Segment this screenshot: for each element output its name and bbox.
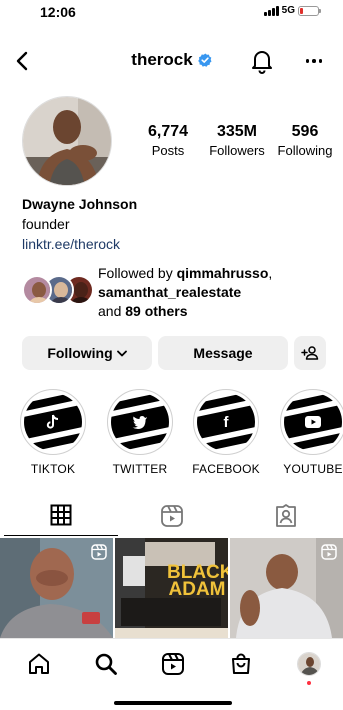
add-person-icon: [301, 346, 319, 360]
bio-link[interactable]: linktr.ee/therock: [22, 236, 322, 252]
stat-posts[interactable]: 6,774 Posts: [136, 123, 200, 158]
nav-shop[interactable]: [228, 651, 254, 677]
nav-search[interactable]: [93, 651, 119, 677]
status-bar: 12:06 5G: [0, 0, 343, 24]
stat-followers[interactable]: 335M Followers: [204, 123, 270, 158]
mutual-followers-others[interactable]: 89 others: [125, 303, 187, 319]
highlight-label: TIKTOK: [30, 462, 76, 476]
profile-username: therock: [131, 50, 193, 69]
full-name: Dwayne Johnson: [22, 196, 138, 212]
notifications-button[interactable]: [250, 48, 274, 74]
tab-posts-grid[interactable]: [4, 500, 118, 536]
signal-icon: [263, 5, 279, 16]
profile-actions: Following Message: [22, 336, 326, 370]
home-icon: [29, 653, 49, 674]
posts-count: 6,774: [147, 123, 189, 140]
username-wrap: therock: [0, 50, 343, 70]
followers-count: 335M: [216, 123, 258, 140]
facebook-icon: f: [223, 413, 229, 431]
mutual-follower-2[interactable]: samanthat_realestate: [98, 284, 241, 300]
nav-profile[interactable]: [296, 651, 322, 677]
grid-post[interactable]: BLACK ADAM: [115, 538, 228, 638]
message-button[interactable]: Message: [158, 336, 288, 370]
notification-dot: [307, 681, 311, 685]
following-button[interactable]: Following: [22, 336, 152, 370]
more-dots-icon: [305, 59, 310, 63]
followed-by-text: Followed by qimmahrusso, samanthat_reale…: [98, 265, 273, 319]
reels-icon: [91, 544, 107, 560]
tab-reels[interactable]: [115, 500, 229, 536]
followed-by[interactable]: Followed by qimmahrusso, samanthat_reale…: [22, 264, 332, 320]
post-overlay-text: BLACK ADAM: [167, 562, 228, 600]
battery-fill: [300, 7, 304, 14]
network-type: 5G: [281, 5, 295, 16]
nav-reels[interactable]: [160, 651, 186, 677]
reels-icon: [161, 505, 183, 527]
chevron-down-icon: [116, 350, 127, 356]
profile-photo: [23, 97, 111, 185]
following-count: 596: [291, 123, 319, 140]
highlight-label: FACEBOOK: [192, 462, 260, 476]
highlight-facebook[interactable]: f FACEBOOK: [191, 389, 261, 476]
mutual-follower-1[interactable]: qimmahrusso: [177, 265, 269, 281]
followed-by-prefix: Followed by: [98, 265, 173, 281]
profile-avatar[interactable]: [22, 96, 112, 186]
more-options-button[interactable]: [302, 50, 326, 72]
highlight-label: YOUTUBE: [283, 462, 343, 476]
tab-tagged[interactable]: [229, 500, 343, 536]
bio-category: founder: [22, 216, 70, 232]
bell-icon: [252, 51, 272, 74]
twitter-icon: [132, 414, 148, 430]
shop-icon: [232, 653, 250, 674]
tiktok-icon: [45, 414, 61, 430]
home-indicator: [114, 701, 232, 705]
bottom-navigation: [0, 638, 343, 690]
follower-avatar: [22, 275, 52, 305]
reels-icon: [321, 544, 337, 560]
following-label: Following: [277, 143, 333, 158]
highlight-youtube[interactable]: YOUTUBE: [278, 389, 343, 476]
following-button-label: Following: [47, 345, 113, 361]
posts-grid: BLACK ADAM: [0, 538, 343, 638]
tagged-icon: [276, 504, 296, 527]
profile-bio: Dwayne Johnson founder linktr.ee/therock: [22, 196, 322, 252]
status-time: 12:06: [40, 4, 76, 20]
posts-label: Posts: [151, 143, 185, 158]
followed-by-and: and: [98, 303, 122, 319]
suggested-users-button[interactable]: [294, 336, 326, 370]
grid-icon: [50, 504, 72, 526]
nav-home[interactable]: [26, 651, 52, 677]
search-icon: [95, 653, 117, 675]
profile-tabs: [0, 500, 343, 536]
reels-icon: [162, 653, 184, 675]
followers-label: Followers: [209, 143, 265, 158]
highlight-label: TWITTER: [112, 462, 168, 476]
grid-post[interactable]: [0, 538, 113, 638]
message-button-label: Message: [193, 345, 253, 361]
highlight-tiktok[interactable]: TIKTOK: [18, 389, 88, 476]
stat-following[interactable]: 596 Following: [273, 123, 337, 158]
story-highlights: TIKTOK TWITTER f FACEBOOK YOUTUBE: [0, 389, 343, 481]
youtube-icon: [305, 414, 321, 430]
verified-badge-icon: [197, 53, 212, 67]
battery-icon: [298, 5, 321, 16]
profile-stats: 6,774 Posts 335M Followers 596 Following: [136, 123, 336, 163]
profile-header: therock: [0, 46, 343, 76]
profile-avatar: [297, 652, 321, 676]
status-indicators: 5G: [263, 5, 321, 16]
highlight-twitter[interactable]: TWITTER: [105, 389, 175, 476]
grid-post[interactable]: [230, 538, 343, 638]
